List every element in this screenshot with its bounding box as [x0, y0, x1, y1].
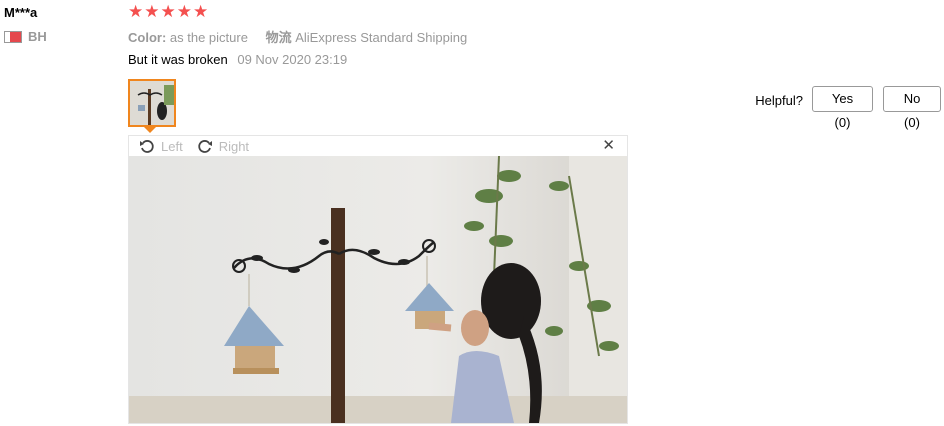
shipping-label: 物流	[265, 30, 292, 45]
viewer-toolbar: Left Right	[129, 136, 627, 156]
star-icon: ★	[176, 2, 192, 21]
reviewer-info: M***a	[4, 4, 37, 22]
star-icon: ★	[160, 2, 176, 21]
helpful-label: Helpful?	[755, 93, 803, 108]
photo-viewer: Left Right ✕	[128, 135, 628, 424]
rotate-right-label: Right	[218, 138, 250, 154]
country-code: BH	[28, 29, 47, 44]
color-value: as the picture	[169, 30, 248, 45]
review-photo-thumbnail[interactable]	[128, 79, 176, 127]
star-icon: ★	[144, 2, 160, 21]
rotate-right-icon	[198, 140, 212, 153]
review-meta: Color: as the picture 物流 AliExpress Stan…	[128, 27, 467, 46]
review-photo-image	[129, 156, 627, 423]
rotate-left-icon	[140, 140, 154, 153]
review-photo	[129, 156, 627, 423]
shipping-value: AliExpress Standard Shipping	[295, 30, 468, 45]
flag-icon	[4, 30, 22, 43]
rotate-left-label: Left	[161, 138, 183, 154]
review-feedback: But it was broken 09 Nov 2020 23:19	[128, 52, 347, 67]
feedback-text: But it was broken	[128, 52, 228, 67]
color-label: Color:	[128, 30, 167, 45]
star-rating: ★ ★ ★ ★ ★	[128, 2, 208, 22]
reviewer-country: BH	[4, 29, 47, 44]
thumbnail-image	[130, 81, 174, 125]
star-icon: ★	[128, 2, 144, 21]
rotate-right-button[interactable]: Right	[197, 138, 249, 154]
close-icon[interactable]: ✕	[602, 138, 615, 154]
feedback-date: 09 Nov 2020 23:19	[237, 52, 348, 67]
rotate-left-button[interactable]: Left	[139, 138, 183, 154]
star-icon: ★	[193, 2, 209, 21]
reviewer-name: M***a	[4, 5, 38, 20]
thumbnail-pointer	[144, 127, 156, 133]
helpful-no-button[interactable]: No (0)	[883, 86, 941, 130]
helpful-yes-button[interactable]: Yes (0)	[812, 86, 873, 130]
